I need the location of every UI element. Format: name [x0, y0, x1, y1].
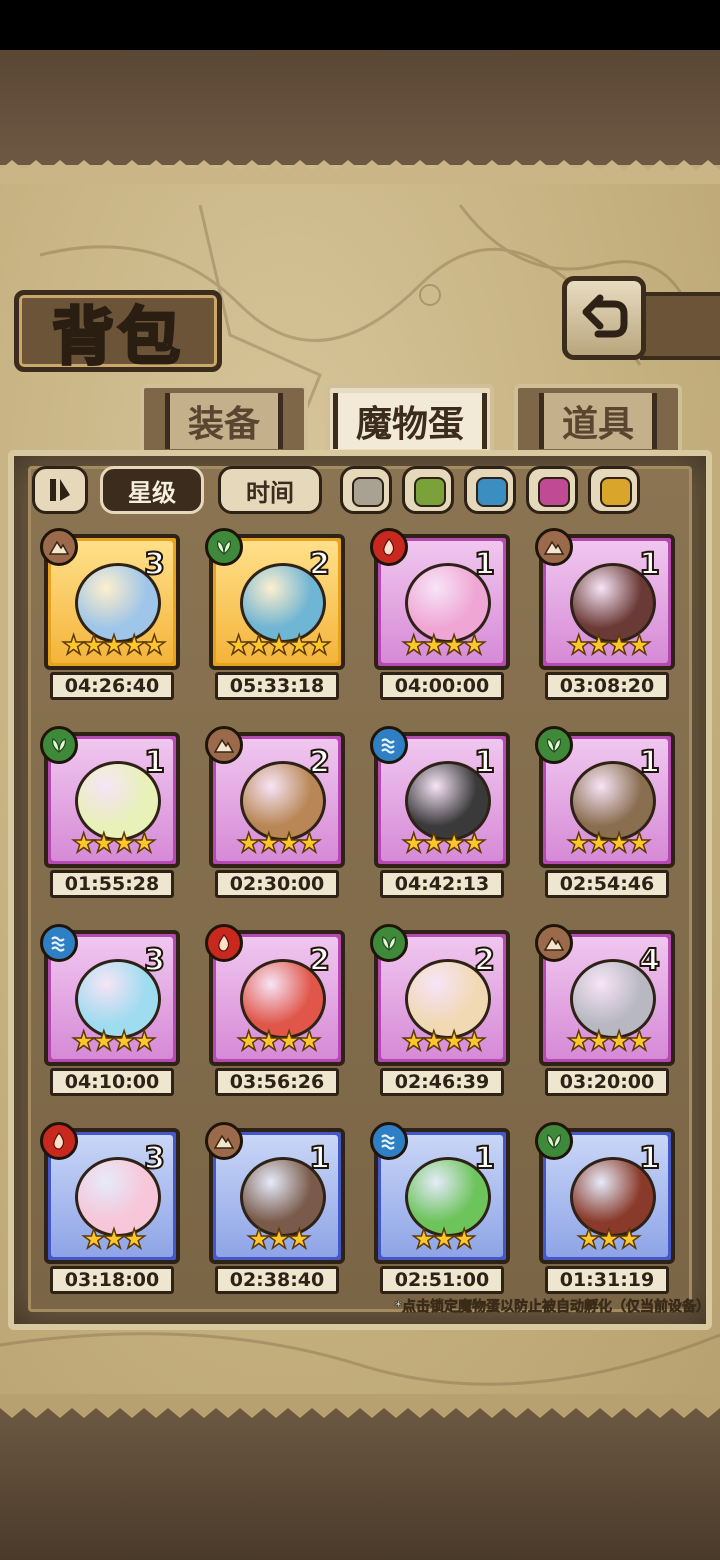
star-rating: ★★★: [246, 1223, 312, 1256]
tab-label: 道具: [538, 393, 657, 449]
star-rating: ★★★★: [401, 629, 487, 662]
star-rating: ★★★★: [71, 827, 157, 860]
star-rating: ★★★★: [401, 1025, 487, 1058]
color-filter-green[interactable]: [402, 466, 454, 514]
back-button[interactable]: [562, 276, 646, 360]
color-swatch: [476, 477, 508, 507]
star-rating: ★★★: [411, 1223, 477, 1256]
star-rating: ★★★: [81, 1223, 147, 1256]
color-filter-pink[interactable]: [526, 466, 578, 514]
egg-count: 1: [473, 744, 496, 781]
hatch-timer: 02:46:39: [380, 1068, 504, 1096]
egg-count: 3: [143, 1140, 166, 1177]
color-swatch: [538, 477, 570, 507]
sort-star-label: 星级: [128, 478, 176, 507]
star-rating: ★★★★: [566, 1025, 652, 1058]
egg-count: 3: [143, 942, 166, 979]
tab-label: 魔物蛋: [332, 393, 487, 449]
hatch-timer: 03:18:00: [50, 1266, 174, 1294]
hatch-timer: 02:54:46: [545, 870, 669, 898]
star-rating: ★★★★: [71, 1025, 157, 1058]
earth-element-icon: [205, 726, 243, 764]
hatch-timer: 03:56:26: [215, 1068, 339, 1096]
star-rating: ★★★★: [566, 629, 652, 662]
color-filter-gray[interactable]: [340, 466, 392, 514]
star-rating: ★★★★: [236, 827, 322, 860]
tab-monster-eggs[interactable]: 魔物蛋: [326, 384, 494, 454]
star-rating: ★★★★: [401, 827, 487, 860]
hatch-timer: 01:55:28: [50, 870, 174, 898]
hatch-timer: 04:42:13: [380, 870, 504, 898]
egg-count: 3: [143, 546, 166, 583]
hatch-timer: 02:30:00: [215, 870, 339, 898]
egg-count: 2: [473, 942, 496, 979]
sort-by-star-button[interactable]: 星级: [100, 466, 204, 514]
color-filter-yellow[interactable]: [588, 466, 640, 514]
star-rating: ★★★: [576, 1223, 642, 1256]
color-swatch: [414, 477, 446, 507]
return-arrow-icon: [582, 294, 628, 338]
leaf-element-icon: [535, 726, 573, 764]
status-bar: [0, 0, 720, 50]
bottom-background: [0, 1400, 720, 1560]
earth-element-icon: [535, 924, 573, 962]
egg-count: 1: [143, 744, 166, 781]
tab-label: 装备: [164, 393, 283, 449]
hatch-timer: 05:33:18: [215, 672, 339, 700]
earth-element-icon: [205, 1122, 243, 1160]
egg-count: 1: [308, 1140, 331, 1177]
hatch-timer: 03:20:00: [545, 1068, 669, 1096]
tab-equipment[interactable]: 装备: [140, 384, 308, 454]
fire-element-icon: [40, 1122, 78, 1160]
egg-count: 2: [308, 942, 331, 979]
hatch-timer: 04:00:00: [380, 672, 504, 700]
water-element-icon: [40, 924, 78, 962]
page-title-plaque: 背包: [14, 290, 222, 375]
water-element-icon: [370, 726, 408, 764]
page-title: 背包: [50, 299, 184, 375]
leaf-element-icon: [40, 726, 78, 764]
tab-items[interactable]: 道具: [514, 384, 682, 454]
star-rating: ★★★★★: [61, 629, 168, 662]
egg-count: 2: [308, 546, 331, 583]
egg-count: 1: [638, 1140, 661, 1177]
leaf-element-icon: [205, 528, 243, 566]
star-rating: ★★★★: [236, 1025, 322, 1058]
egg-count: 1: [473, 1140, 496, 1177]
torn-edge-top: [0, 160, 720, 184]
earth-element-icon: [535, 528, 573, 566]
egg-count: 2: [308, 744, 331, 781]
sort-order-toggle[interactable]: [32, 466, 88, 514]
hatch-timer: 03:08:20: [545, 672, 669, 700]
star-rating: ★★★★★: [226, 629, 333, 662]
color-filter-blue[interactable]: [464, 466, 516, 514]
hatch-timer: 02:38:40: [215, 1266, 339, 1294]
color-swatch: [600, 477, 632, 507]
fire-element-icon: [205, 924, 243, 962]
hatch-timer: 01:31:19: [545, 1266, 669, 1294]
star-rating: ★★★★: [566, 827, 652, 860]
color-swatch: [352, 477, 384, 507]
egg-count: 4: [638, 942, 661, 979]
egg-count: 1: [638, 546, 661, 583]
egg-count: 1: [473, 546, 496, 583]
egg-count: 1: [638, 744, 661, 781]
leaf-element-icon: [370, 924, 408, 962]
leaf-element-icon: [535, 1122, 573, 1160]
water-element-icon: [370, 1122, 408, 1160]
back-button-strip: [640, 292, 720, 360]
lock-hint-note: *点击锁定魔物蛋以防止被自动孵化（仅当前设备）: [394, 1299, 710, 1316]
fire-element-icon: [370, 528, 408, 566]
earth-element-icon: [40, 528, 78, 566]
sort-by-time-button[interactable]: 时间: [218, 466, 322, 514]
hatch-timer: 04:26:40: [50, 672, 174, 700]
sort-toggle-icon: [50, 479, 70, 501]
hatch-timer: 04:10:00: [50, 1068, 174, 1096]
top-background: [0, 50, 720, 170]
sort-time-label: 时间: [246, 478, 294, 507]
hatch-timer: 02:51:00: [380, 1266, 504, 1294]
torn-edge-bottom: [0, 1394, 720, 1418]
